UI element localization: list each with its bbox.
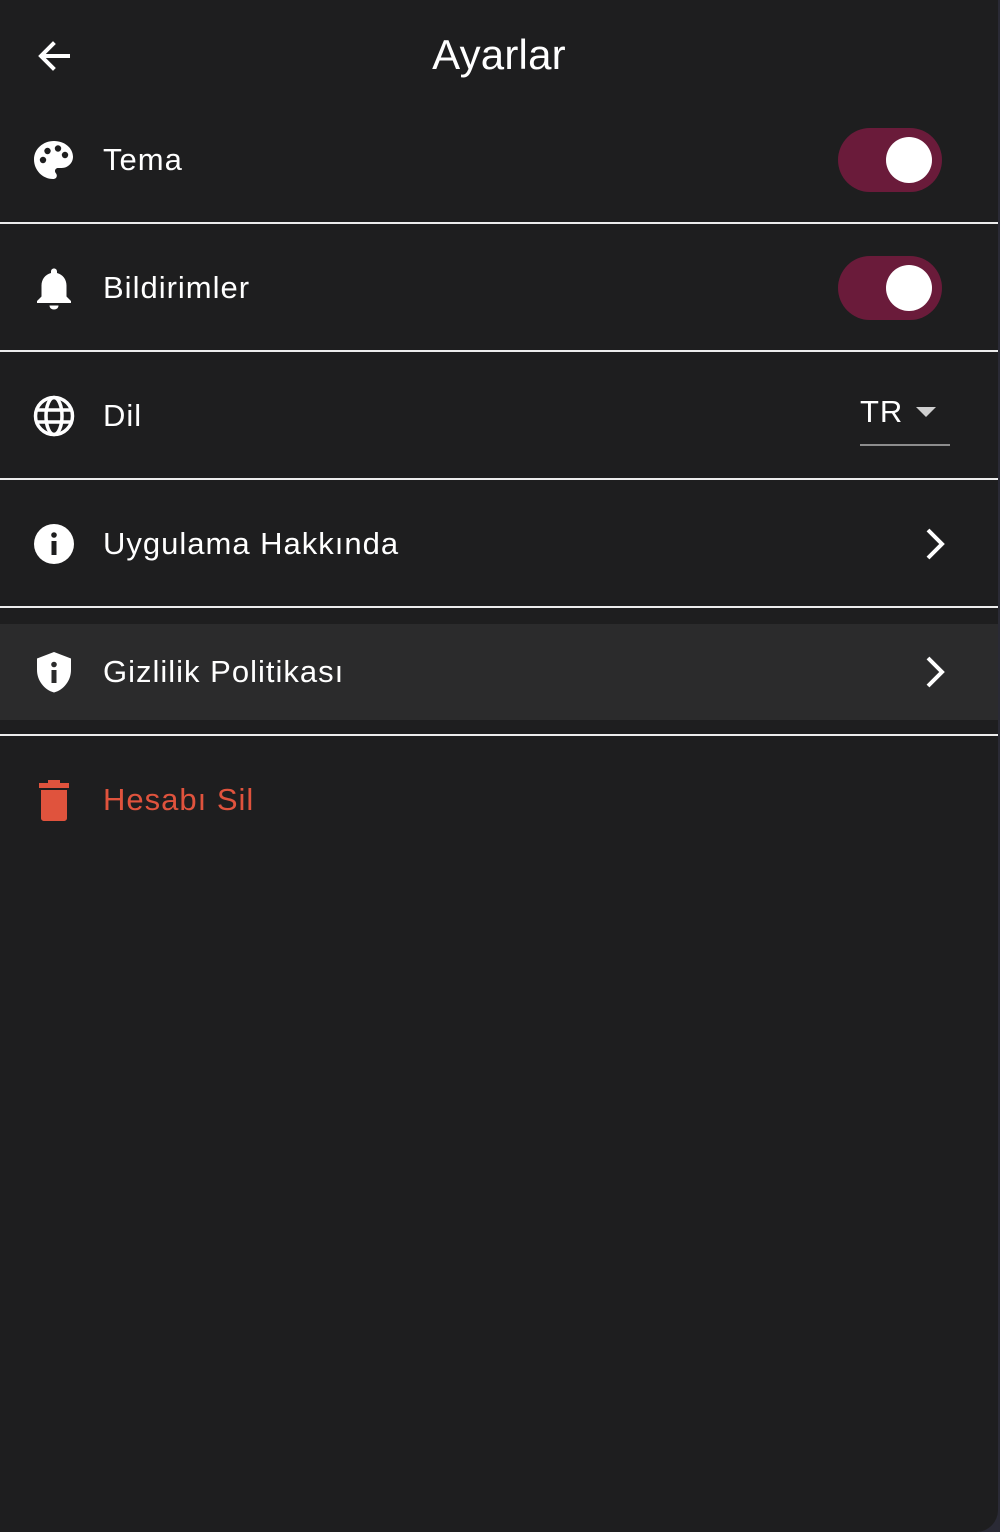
- toggle-thumb: [886, 265, 932, 311]
- setting-row-notifications: Bildirimler: [0, 240, 998, 336]
- divider: [0, 222, 998, 224]
- setting-row-privacy[interactable]: Gizlilik Politikası: [0, 624, 998, 720]
- notifications-label: Bildirimler: [103, 270, 251, 305]
- setting-row-theme: Tema: [0, 112, 998, 208]
- dropdown-underline: [860, 444, 950, 446]
- language-value: TR: [860, 394, 904, 429]
- trash-icon: [32, 778, 76, 822]
- toggle-thumb: [886, 137, 932, 183]
- page-title: Ayarlar: [432, 31, 566, 78]
- setting-row-language: Dil TR: [0, 368, 998, 464]
- settings-screen: Ayarlar Tema Bildirimler Dil TR Uygulama…: [0, 0, 998, 1532]
- divider: [0, 478, 998, 480]
- info-icon: [32, 522, 76, 566]
- language-dropdown[interactable]: TR: [860, 384, 950, 446]
- theme-toggle[interactable]: [838, 128, 942, 192]
- setting-row-about[interactable]: Uygulama Hakkında: [0, 496, 998, 592]
- delete-account-label: Hesabı Sil: [103, 782, 255, 817]
- chevron-right-icon: [914, 524, 954, 564]
- divider: [0, 350, 998, 352]
- divider: [0, 606, 998, 608]
- globe-icon: [32, 394, 76, 438]
- about-label: Uygulama Hakkında: [103, 526, 400, 561]
- shield-info-icon: [32, 650, 76, 694]
- caret-down-icon: [916, 407, 936, 417]
- privacy-label: Gizlilik Politikası: [103, 654, 345, 689]
- bell-icon: [32, 266, 76, 310]
- notifications-toggle[interactable]: [838, 256, 942, 320]
- palette-icon: [32, 138, 76, 182]
- language-label: Dil: [103, 398, 143, 433]
- app-bar: Ayarlar: [0, 0, 998, 112]
- setting-row-delete-account[interactable]: Hesabı Sil: [0, 752, 998, 848]
- chevron-right-icon: [914, 652, 954, 692]
- theme-label: Tema: [103, 142, 183, 177]
- divider: [0, 734, 998, 736]
